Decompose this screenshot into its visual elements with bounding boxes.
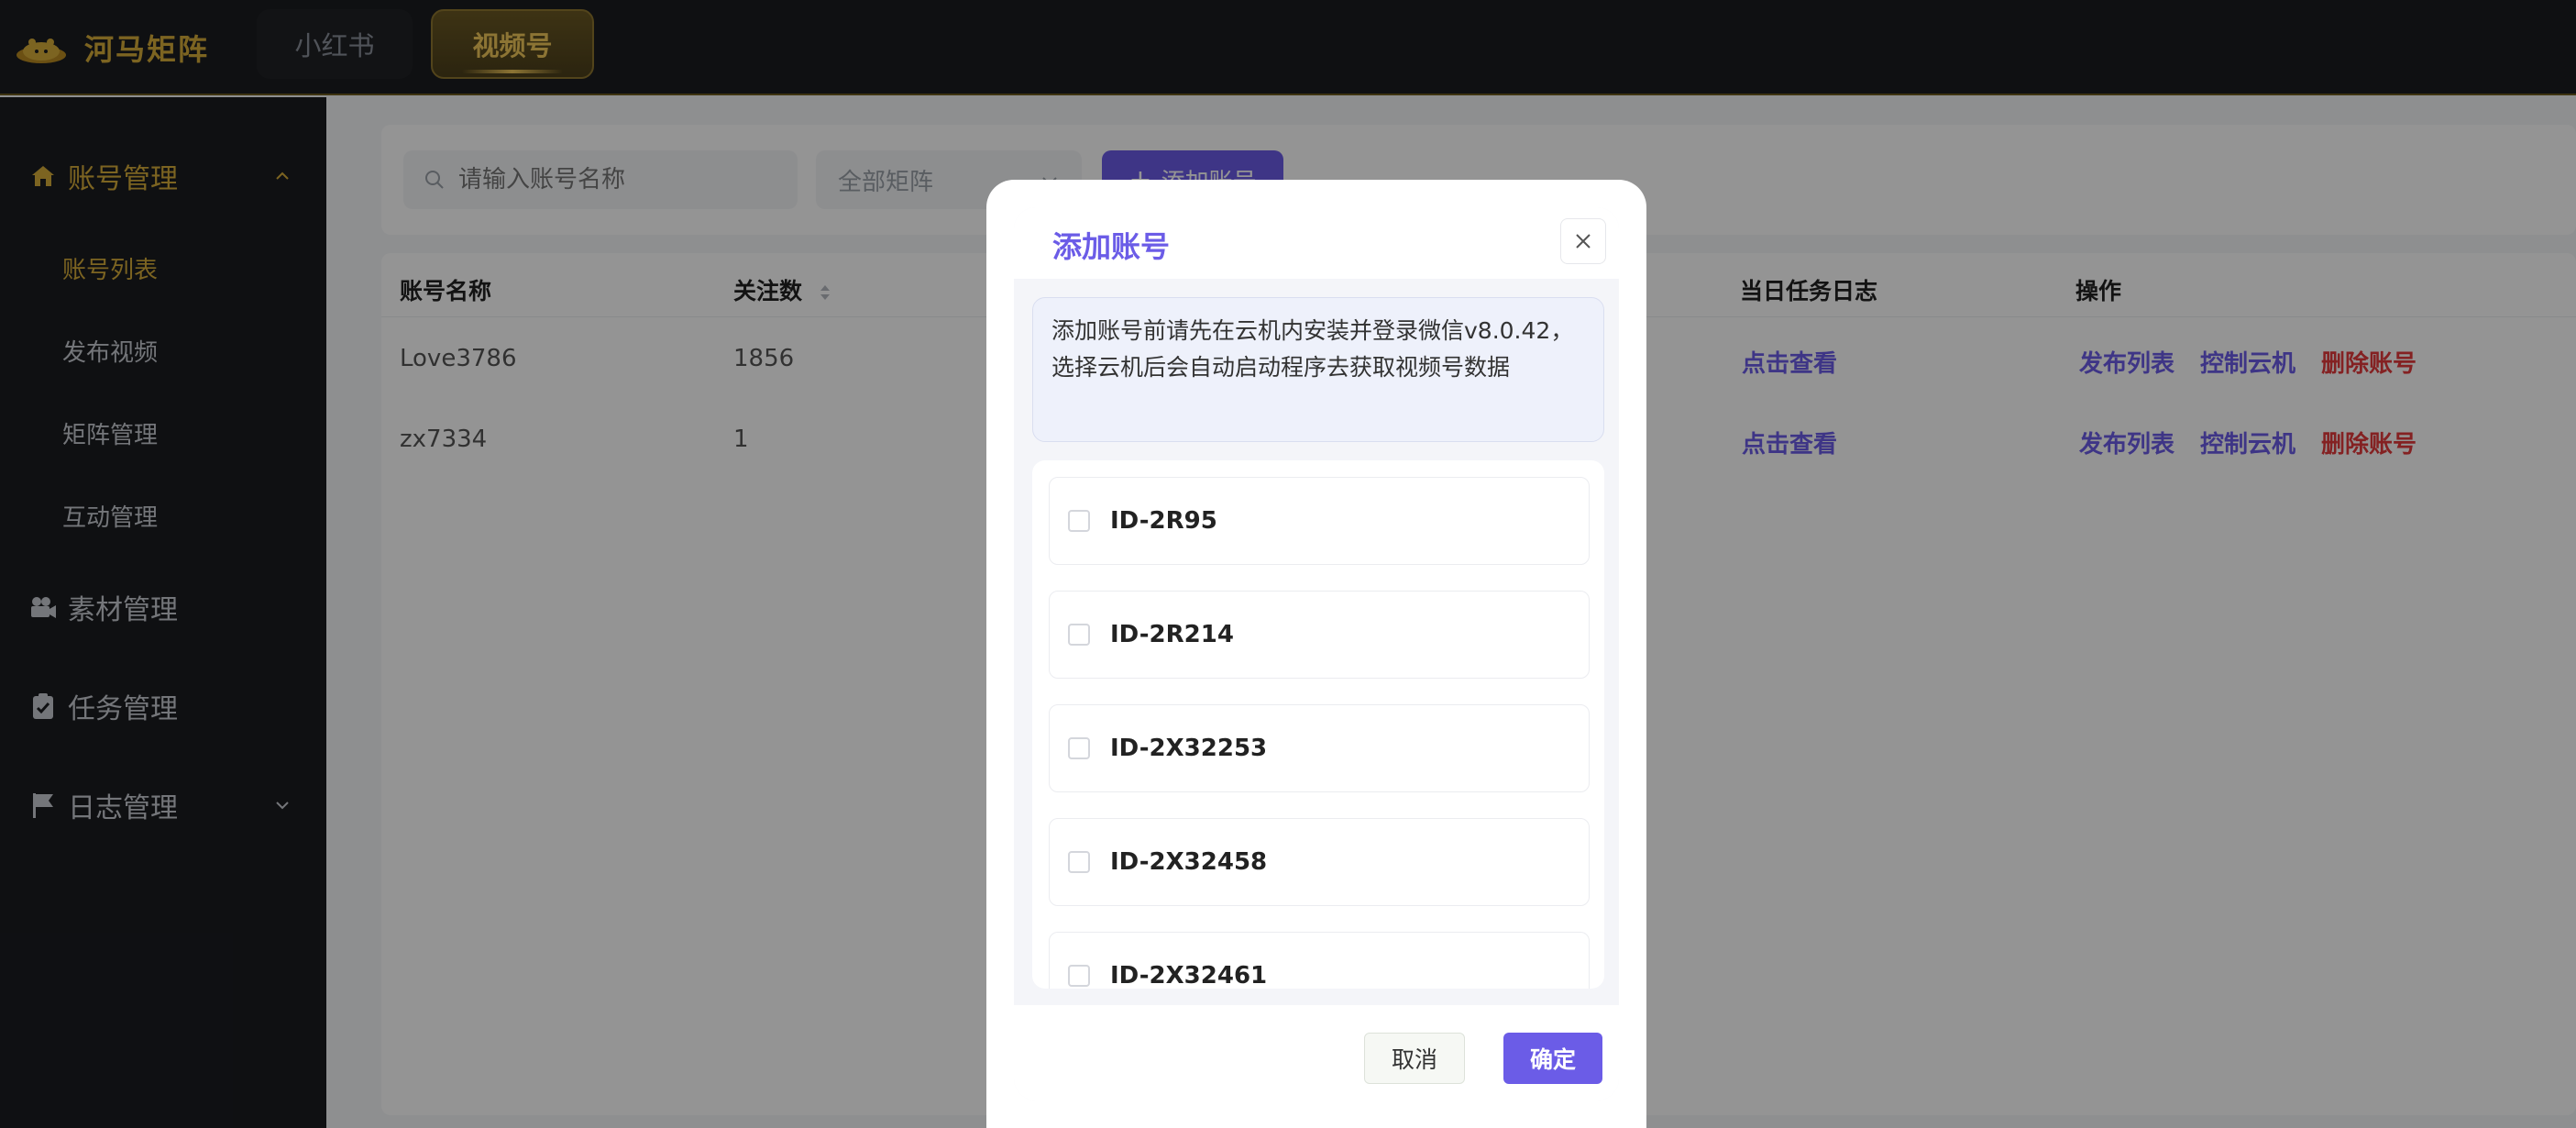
list-item[interactable]: ID-2X32461 [1049,932,1590,989]
list-item[interactable]: ID-2R214 [1049,591,1590,679]
list-item[interactable]: ID-2X32253 [1049,704,1590,792]
notice-text: 添加账号前请先在云机内安装并登录微信v8.0.42，选择云机后会自动启动程序去获… [1051,317,1574,381]
list-item[interactable]: ID-2R95 [1049,477,1590,565]
cancel-button[interactable]: 取消 [1364,1033,1465,1084]
device-checkbox[interactable] [1068,965,1090,987]
device-label: ID-2R214 [1110,621,1234,648]
add-account-modal: 添加账号 添加账号前请先在云机内安装并登录微信v8.0.42，选择云机后会自动启… [986,180,1646,1128]
device-label: ID-2X32253 [1110,735,1268,762]
device-checkbox[interactable] [1068,737,1090,759]
device-label: ID-2X32458 [1110,848,1268,876]
device-label: ID-2R95 [1110,507,1217,535]
device-checkbox[interactable] [1068,510,1090,532]
modal-header: 添加账号 [1014,207,1619,279]
device-checkbox[interactable] [1068,851,1090,873]
device-checkbox[interactable] [1068,624,1090,646]
close-button[interactable] [1560,218,1606,264]
confirm-button[interactable]: 确定 [1503,1033,1602,1084]
modal-title: 添加账号 [1052,229,1171,264]
list-item[interactable]: ID-2X32458 [1049,818,1590,906]
cloud-device-list[interactable]: ID-2R95 ID-2R214 ID-2X32253 ID-2X32458 I… [1032,460,1604,989]
modal-body: 添加账号 添加账号前请先在云机内安装并登录微信v8.0.42，选择云机后会自动启… [1014,207,1619,1100]
device-label: ID-2X32461 [1110,962,1268,989]
close-icon [1576,234,1591,249]
modal-footer: 取消 确定 [1014,1005,1619,1100]
notice-box: 添加账号前请先在云机内安装并登录微信v8.0.42，选择云机后会自动启动程序去获… [1032,297,1604,442]
